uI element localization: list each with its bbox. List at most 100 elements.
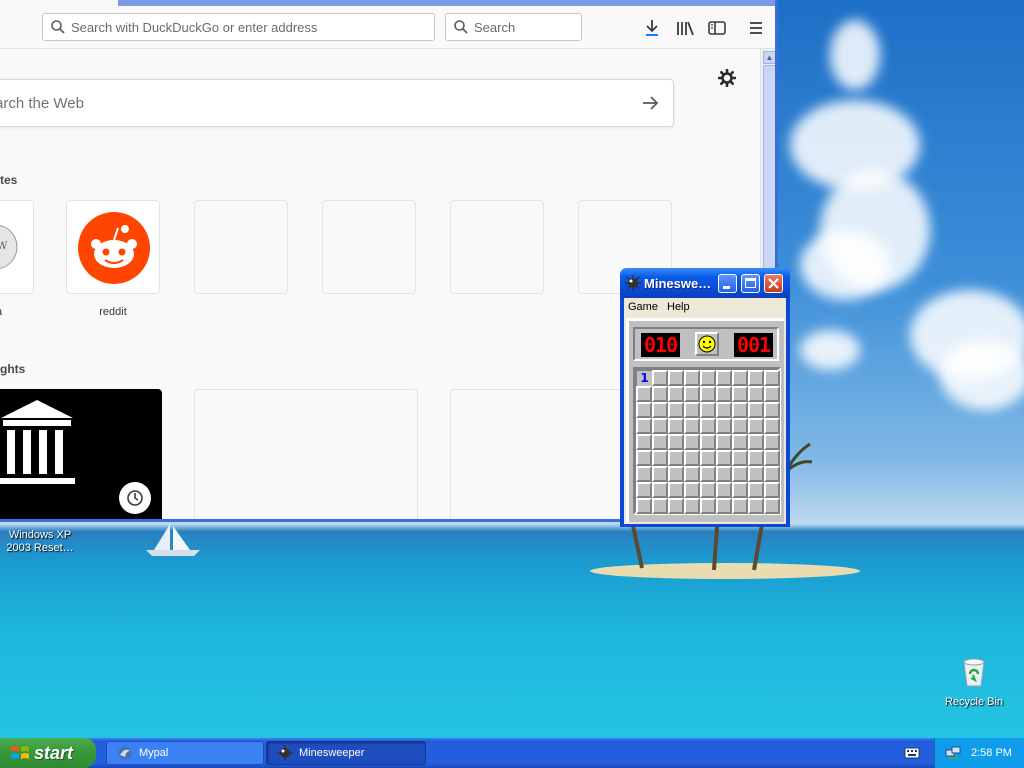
unrevealed-cell[interactable] [764,450,780,466]
unrevealed-cell[interactable] [668,370,684,386]
unrevealed-cell[interactable] [716,482,732,498]
unrevealed-cell[interactable] [748,402,764,418]
unrevealed-cell[interactable] [764,418,780,434]
unrevealed-cell[interactable] [652,434,668,450]
top-site-tile-reddit[interactable] [66,200,160,294]
unrevealed-cell[interactable] [700,434,716,450]
unrevealed-cell[interactable] [716,370,732,386]
unrevealed-cell[interactable] [636,386,652,402]
top-site-tile-empty[interactable] [194,200,288,294]
unrevealed-cell[interactable] [716,402,732,418]
minimize-button[interactable] [718,274,737,293]
unrevealed-cell[interactable] [748,466,764,482]
unrevealed-cell[interactable] [684,450,700,466]
unrevealed-cell[interactable] [716,386,732,402]
desktop-icon-recycle-bin[interactable]: Recycle Bin [934,656,1014,709]
unrevealed-cell[interactable] [684,418,700,434]
unrevealed-cell[interactable] [732,418,748,434]
unrevealed-cell[interactable] [684,402,700,418]
unrevealed-cell[interactable] [668,498,684,514]
unrevealed-cell[interactable] [700,402,716,418]
top-site-tile-wikipedia[interactable]: W [0,200,34,294]
unrevealed-cell[interactable] [716,498,732,514]
library-button[interactable] [675,18,695,38]
unrevealed-cell[interactable] [668,418,684,434]
highlight-card-empty[interactable] [194,389,418,519]
unrevealed-cell[interactable] [636,482,652,498]
unrevealed-cell[interactable] [700,466,716,482]
arrow-right-icon[interactable] [641,94,659,112]
start-button[interactable]: start [0,738,96,768]
unrevealed-cell[interactable] [732,434,748,450]
network-icon[interactable] [945,745,961,761]
unrevealed-cell[interactable] [732,370,748,386]
unrevealed-cell[interactable] [764,370,780,386]
unrevealed-cell[interactable] [732,450,748,466]
unrevealed-cell[interactable] [732,482,748,498]
unrevealed-cell[interactable] [764,498,780,514]
unrevealed-cell[interactable] [652,402,668,418]
unrevealed-cell[interactable] [700,498,716,514]
unrevealed-cell[interactable] [684,370,700,386]
downloads-button[interactable] [642,18,662,38]
unrevealed-cell[interactable] [716,466,732,482]
close-button[interactable] [764,274,783,293]
menu-game[interactable]: Game [628,301,658,313]
unrevealed-cell[interactable] [636,402,652,418]
scroll-up-button[interactable]: ▲ [763,51,775,64]
unrevealed-cell[interactable] [732,466,748,482]
unrevealed-cell[interactable] [668,434,684,450]
unrevealed-cell[interactable] [684,434,700,450]
unrevealed-cell[interactable] [668,450,684,466]
keyboard-icon[interactable] [904,746,920,760]
web-search-input[interactable]: arch the Web [0,79,674,127]
settings-button[interactable] [717,68,737,92]
unrevealed-cell[interactable] [636,434,652,450]
unrevealed-cell[interactable] [716,434,732,450]
unrevealed-cell[interactable] [668,466,684,482]
unrevealed-cell[interactable] [748,498,764,514]
taskbar-item-mypal[interactable]: Mypal [106,741,264,765]
unrevealed-cell[interactable] [652,370,668,386]
unrevealed-cell[interactable] [684,386,700,402]
unrevealed-cell[interactable] [684,482,700,498]
unrevealed-cell[interactable] [700,386,716,402]
unrevealed-cell[interactable] [636,466,652,482]
unrevealed-cell[interactable] [636,418,652,434]
unrevealed-cell[interactable] [748,386,764,402]
unrevealed-cell[interactable] [652,466,668,482]
reset-button[interactable] [695,332,719,356]
unrevealed-cell[interactable] [748,482,764,498]
unrevealed-cell[interactable] [652,498,668,514]
unrevealed-cell[interactable] [764,402,780,418]
unrevealed-cell[interactable] [764,386,780,402]
unrevealed-cell[interactable] [764,482,780,498]
minesweeper-titlebar[interactable]: Mineswe… [620,268,790,298]
unrevealed-cell[interactable] [716,450,732,466]
unrevealed-cell[interactable] [700,418,716,434]
unrevealed-cell[interactable] [636,498,652,514]
highlight-card[interactable] [0,389,162,519]
revealed-cell[interactable]: 1 [636,370,652,386]
unrevealed-cell[interactable] [668,402,684,418]
menu-help[interactable]: Help [667,301,690,313]
top-site-tile-empty[interactable] [322,200,416,294]
address-bar[interactable]: Search with DuckDuckGo or enter address [42,13,435,41]
menu-button[interactable] [746,18,766,38]
unrevealed-cell[interactable] [668,386,684,402]
unrevealed-cell[interactable] [732,498,748,514]
taskbar-item-minesweeper[interactable]: Minesweeper [266,741,426,765]
unrevealed-cell[interactable] [732,402,748,418]
search-box[interactable]: Search [445,13,582,41]
unrevealed-cell[interactable] [764,434,780,450]
unrevealed-cell[interactable] [748,434,764,450]
unrevealed-cell[interactable] [764,466,780,482]
desktop-icon-reset-shortcut[interactable]: Windows XP 2003 Reset… [0,518,80,555]
unrevealed-cell[interactable] [636,450,652,466]
unrevealed-cell[interactable] [700,370,716,386]
unrevealed-cell[interactable] [652,482,668,498]
unrevealed-cell[interactable] [652,386,668,402]
unrevealed-cell[interactable] [652,418,668,434]
unrevealed-cell[interactable] [748,450,764,466]
unrevealed-cell[interactable] [700,482,716,498]
